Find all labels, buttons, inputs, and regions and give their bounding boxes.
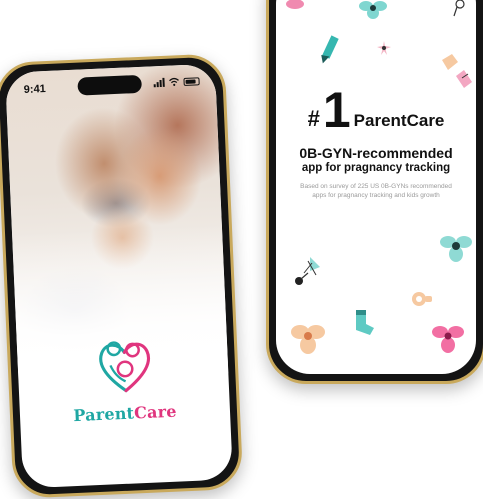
baby-bottle-icon — [442, 54, 472, 88]
rattle-icon — [453, 0, 465, 17]
survey-note: Based on survey of 225 US 0B-GYNs recomm… — [300, 183, 452, 199]
wifi-icon — [169, 77, 179, 86]
rank-heading: # 1 ParentCare — [307, 82, 445, 138]
right-phone-mockup: # 1 ParentCare 0B-GYN-recommended app fo… — [266, 0, 483, 384]
flower-icon — [359, 1, 387, 19]
brand-name: ParentCare — [72, 401, 178, 426]
flower-icon — [286, 0, 304, 9]
subheadline: app for pragnancy tracking — [301, 162, 451, 174]
pinwheel-icon — [295, 257, 320, 285]
headline: 0B-GYN-recommended — [299, 145, 453, 161]
pacifier-icon — [412, 292, 432, 306]
flower-icon — [440, 236, 472, 262]
family-heart-logo-icon — [99, 341, 151, 393]
dynamic-island — [77, 74, 143, 96]
battery-icon — [183, 77, 200, 86]
sock-icon — [356, 310, 374, 335]
splash-screen: 9:41 ParentCare — [5, 63, 233, 489]
pencil-icon — [321, 35, 339, 64]
ranking-screen: # 1 ParentCare 0B-GYN-recommended app fo… — [276, 0, 476, 374]
left-phone-mockup: 9:41 ParentCare — [0, 53, 244, 499]
rank-app-name: ParentCare — [353, 111, 445, 130]
status-time: 9:41 — [23, 83, 47, 96]
flower-icon — [291, 325, 325, 354]
flower-icon — [377, 41, 391, 55]
rank-number: 1 — [322, 82, 351, 138]
signal-icon — [153, 77, 165, 88]
flower-icon — [432, 326, 464, 353]
